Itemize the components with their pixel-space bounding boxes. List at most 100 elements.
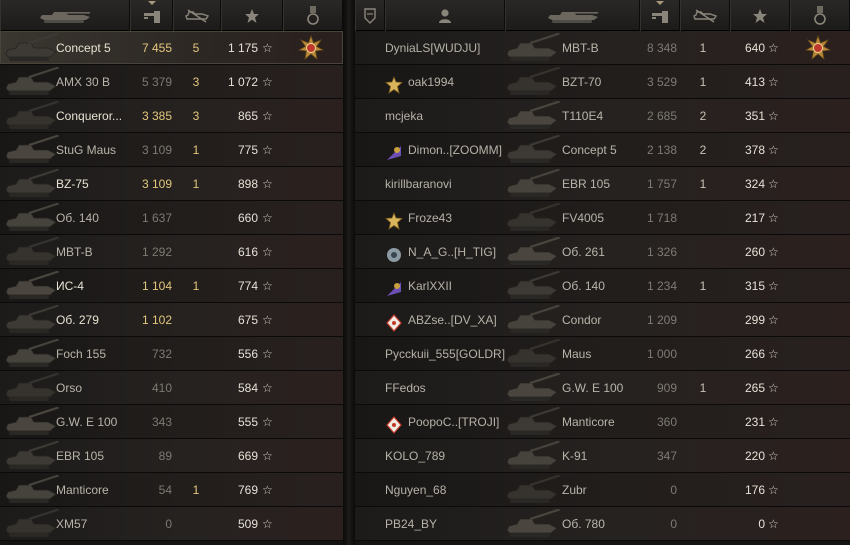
column-header-xp[interactable] [730,0,790,31]
star-icon: ☆ [768,347,779,361]
player-name: DyniaLS[WUDJU] [385,41,481,55]
damage-value: 1 637 [141,211,172,225]
xp-value: 616 [237,245,258,259]
tank-name: MBT-B [562,41,599,55]
kills-value: 1 [192,177,200,191]
table-row[interactable]: N_A_G..[H_TIG] Об. 261 1 326 260 ☆ [355,235,850,269]
table-row[interactable]: EBR 105 89 669 ☆ [0,439,343,473]
table-row[interactable]: Froze43 FV4005 1 718 217 ☆ [355,201,850,235]
table-row[interactable]: Concept 5 7 455 5 1 175 ☆ [0,31,343,65]
xp-value: 299 [744,313,765,327]
xp-value: 1 175 [227,41,258,55]
column-header-xp[interactable] [221,0,283,31]
kills-value [693,473,713,507]
column-header-damage[interactable] [130,0,173,31]
column-header-medal[interactable] [283,0,343,31]
table-row[interactable]: StuG Maus 3 109 1 775 ☆ [0,133,343,167]
star-icon: ☆ [262,279,273,293]
table-row[interactable]: Orso 410 584 ☆ [0,371,343,405]
damage-value: 909 [656,381,677,395]
star-icon: ☆ [768,313,779,327]
damage-value: 1 209 [646,313,677,327]
tank-name: Об. 140 [56,211,99,225]
star-icon: ☆ [768,517,779,531]
tank-name: StuG Maus [56,143,117,157]
kills-value: 3 [192,75,200,89]
star-icon: ☆ [768,75,779,89]
star-icon: ☆ [262,483,273,497]
table-row[interactable]: kirillbaranovi EBR 105 1 757 1 324 ☆ [355,167,850,201]
tank-name: Orso [56,381,83,395]
player-name: ABZse..[DV_XA] [408,313,497,327]
star-icon: ☆ [768,245,779,259]
xp-value: 669 [237,449,258,463]
table-row[interactable]: mcjeka T110E4 2 685 2 351 ☆ [355,99,850,133]
table-row[interactable]: Conqueror... 3 385 3 865 ☆ [0,99,343,133]
kills-value: 1 [192,279,200,293]
table-row[interactable]: PB24_BY Об. 780 0 0 ☆ [355,507,850,541]
tank-name: Zubr [562,483,587,497]
table-row[interactable]: Pycckuii_555[GOLDR] Maus 1 000 266 ☆ [355,337,850,371]
damage-value: 2 138 [646,143,677,157]
table-row[interactable]: MBT-B 1 292 616 ☆ [0,235,343,269]
xp-value: 265 [744,381,765,395]
table-row[interactable]: XM57 0 509 ☆ [0,507,343,541]
table-row[interactable]: G.W. E 100 343 555 ☆ [0,405,343,439]
tank-name: T110E4 [562,109,604,123]
kills-value: 3 [192,109,200,123]
column-header-medal[interactable] [790,0,850,31]
player-name: N_A_G..[H_TIG] [408,245,497,259]
table-row[interactable]: Nguyen_68 Zubr 0 176 ☆ [355,473,850,507]
table-row[interactable]: PoopoC..[TROJI] Manticore 360 231 ☆ [355,405,850,439]
tank-icon [4,372,62,403]
table-row[interactable]: Об. 140 1 637 660 ☆ [0,201,343,235]
table-row[interactable]: AMX 30 B 5 379 3 1 072 ☆ [0,65,343,99]
kills-value: 2 [699,109,707,123]
tank-name: Condor [562,313,602,327]
column-header-platoon[interactable] [355,0,385,31]
tank-name: MBT-B [56,245,93,259]
table-row[interactable]: ABZse..[DV_XA] Condor 1 209 299 ☆ [355,303,850,337]
damage-value: 54 [158,483,172,497]
tank-name: Conqueror... [56,109,123,123]
table-row[interactable]: Об. 279 1 102 675 ☆ [0,303,343,337]
star-icon: ☆ [262,41,273,55]
kills-value [186,405,206,439]
column-header-player[interactable] [385,0,505,31]
table-row[interactable]: ИС-4 1 104 1 774 ☆ [0,269,343,303]
tank-name: Об. 279 [56,313,99,327]
tank-icon [4,508,62,539]
table-row[interactable]: FFedos G.W. E 100 909 1 265 ☆ [355,371,850,405]
tank-icon [4,406,62,437]
kills-value: 1 [699,41,707,55]
damage-gun-icon [652,10,668,23]
tank-name: EBR 105 [56,449,105,463]
table-row[interactable]: KOLO_789 K-91 347 220 ☆ [355,439,850,473]
tank-icon [505,168,563,199]
star-icon: ☆ [768,279,779,293]
kills-value [693,303,713,337]
kills-value [693,439,713,473]
tank-name: EBR 105 [562,177,611,191]
table-row[interactable]: Foch 155 732 556 ☆ [0,337,343,371]
player-name: FFedos [385,381,426,395]
xp-value: 509 [237,517,258,531]
damage-value: 0 [670,517,677,531]
table-row[interactable]: Manticore 54 1 769 ☆ [0,473,343,507]
column-header-kills[interactable] [173,0,221,31]
damage-value: 3 529 [646,75,677,89]
star-icon [753,8,767,23]
table-row[interactable]: KarlXXII Об. 140 1 234 1 315 ☆ [355,269,850,303]
table-row[interactable]: Dimon..[ZOOMM] Concept 5 2 138 2 378 ☆ [355,133,850,167]
xp-value: 324 [744,177,765,191]
kills-value: 1 [192,483,200,497]
column-header-damage[interactable] [640,0,680,31]
table-row[interactable]: oak1994 BZT-70 3 529 1 413 ☆ [355,65,850,99]
column-header-tank[interactable] [505,0,640,31]
table-row[interactable]: DyniaLS[WUDJU] MBT-B 8 348 1 640 ☆ [355,31,850,65]
column-header-kills[interactable] [680,0,730,31]
column-header-tank[interactable] [0,0,130,31]
player-name: KOLO_789 [385,449,446,463]
table-row[interactable]: BZ-75 3 109 1 898 ☆ [0,167,343,201]
tank-name: K-91 [562,449,588,463]
